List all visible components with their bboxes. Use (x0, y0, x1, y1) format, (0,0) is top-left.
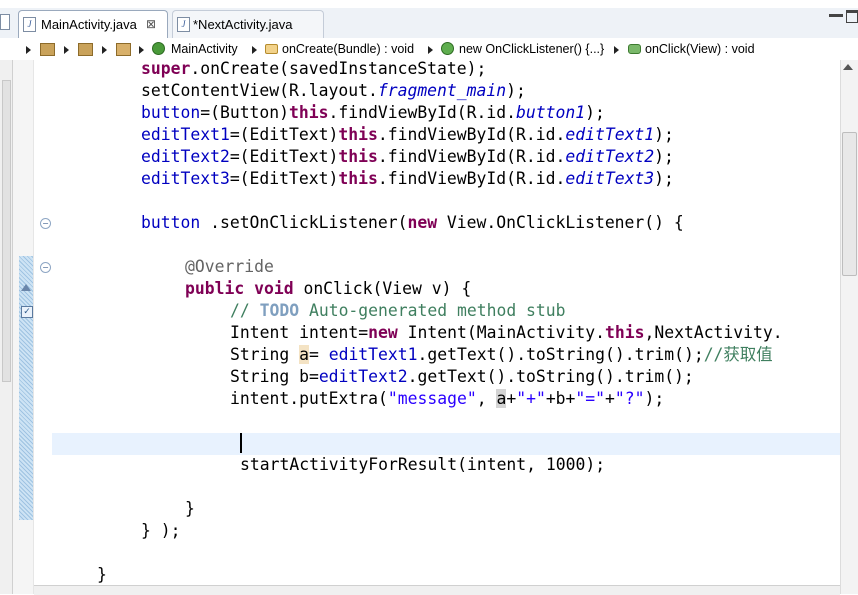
tab-main-activity[interactable]: J MainActivity.java ⊠ (18, 10, 168, 38)
left-scroll-strip (0, 60, 13, 594)
class-icon (152, 42, 165, 55)
breadcrumb-item-onclick[interactable]: onClick(View) : void (645, 41, 755, 57)
code-line: button .setOnClickListener(new View.OnCl… (141, 213, 684, 232)
code-line: setContentView(R.layout.fragment_main); (141, 81, 526, 100)
java-file-icon: J (177, 17, 190, 32)
breadcrumb-item-class[interactable]: MainActivity (171, 41, 238, 57)
chevron-right-icon[interactable] (428, 46, 433, 54)
code-line: } (185, 499, 195, 518)
code-line: editText2=(EditText)this.findViewById(R.… (141, 147, 674, 166)
chevron-right-icon[interactable] (252, 46, 257, 54)
code-line: editText3=(EditText)this.findViewById(R.… (141, 169, 674, 188)
maximize-icon[interactable] (846, 10, 858, 23)
task-marker-icon[interactable]: ✓ (21, 306, 33, 318)
package-icon[interactable] (78, 43, 93, 56)
tab-label: *NextActivity.java (193, 17, 293, 32)
tab-next-activity[interactable]: J *NextActivity.java (172, 10, 324, 38)
breadcrumb-item-listener[interactable]: new OnClickListener() {...} (459, 41, 604, 57)
code-line: Intent intent=new Intent(MainActivity.th… (230, 323, 783, 342)
chevron-right-icon[interactable] (102, 46, 107, 54)
code-line: String a= editText1.getText().toString()… (230, 345, 773, 364)
vertical-scrollbar-thumb[interactable] (842, 132, 857, 276)
chevron-right-icon[interactable] (614, 46, 619, 54)
method-icon (628, 44, 641, 54)
java-file-icon: J (23, 17, 36, 32)
code-line: // TODO Auto-generated method stub (230, 301, 566, 320)
breadcrumb: MainActivity onCreate(Bundle) : void new… (0, 38, 858, 61)
code-line: intent.putExtra("message", a+"+"+b+"="+"… (230, 389, 665, 408)
code-text[interactable]: super.onCreate(savedInstanceState); setC… (34, 60, 840, 594)
code-line: editText1=(EditText)this.findViewById(R.… (141, 125, 674, 144)
code-line: } (97, 565, 107, 584)
code-line: } ); (141, 521, 181, 540)
selection-range-indicator (19, 256, 33, 520)
package-icon[interactable] (116, 43, 131, 56)
chevron-right-icon[interactable] (26, 46, 31, 54)
code-line: String b=editText2.getText().toString().… (230, 367, 694, 386)
tab-overflow-icon[interactable] (0, 14, 10, 30)
chevron-right-icon[interactable] (139, 46, 144, 54)
tab-label: MainActivity.java (41, 17, 137, 32)
anonymous-class-icon (441, 42, 454, 55)
code-line: button=(Button)this.findViewById(R.id.bu… (141, 103, 605, 122)
method-icon (265, 44, 278, 54)
override-marker-icon[interactable] (21, 284, 31, 291)
close-icon[interactable]: ⊠ (146, 11, 156, 38)
code-line: @Override (185, 257, 274, 276)
scroll-up-icon[interactable] (843, 64, 853, 70)
minimize-icon[interactable] (829, 14, 843, 17)
code-line: public void onClick(View v) { (185, 279, 472, 298)
source-folder-icon[interactable] (40, 43, 55, 56)
code-line: super.onCreate(savedInstanceState); (141, 60, 487, 78)
code-line: startActivityForResult(intent, 1000); (240, 455, 606, 474)
chevron-right-icon[interactable] (64, 46, 69, 54)
breadcrumb-item-oncreate[interactable]: onCreate(Bundle) : void (282, 41, 414, 57)
